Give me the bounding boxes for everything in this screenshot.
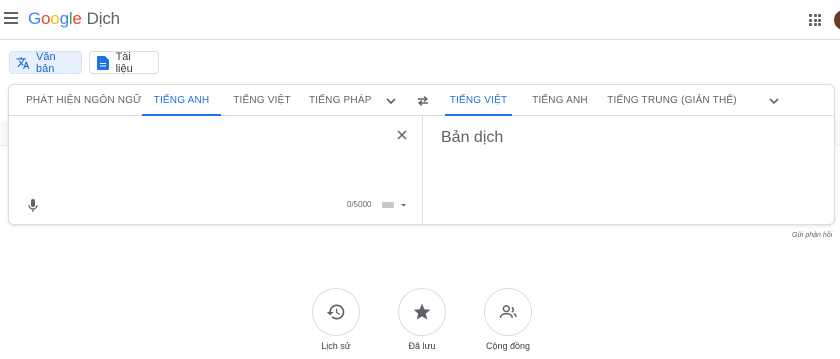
source-lang-french[interactable]: TIẾNG PHÁP bbox=[309, 85, 373, 116]
keyboard-icon[interactable] bbox=[381, 200, 407, 210]
account-avatar[interactable] bbox=[834, 10, 840, 30]
target-more-languages-chevron-icon[interactable] bbox=[768, 95, 780, 107]
document-icon bbox=[96, 55, 110, 70]
community-button[interactable] bbox=[484, 288, 532, 336]
app-logo[interactable]: Google Dịch bbox=[28, 9, 120, 29]
documents-mode-label: Tài liệu bbox=[115, 50, 133, 75]
target-lang-vietnamese[interactable]: TIẾNG VIỆT bbox=[445, 85, 512, 116]
send-feedback-link[interactable]: Gửi phản hồi bbox=[792, 232, 832, 239]
history-icon bbox=[326, 304, 345, 320]
source-lang-vietnamese[interactable]: TIẾNG VIỆT bbox=[227, 85, 297, 116]
translator-card: PHÁT HIỆN NGÔN NGỮ TIẾNG ANH TIẾNG VIỆT … bbox=[8, 84, 835, 225]
source-lang-english[interactable]: TIẾNG ANH bbox=[142, 85, 221, 116]
clear-text-icon[interactable] bbox=[395, 128, 409, 142]
star-icon bbox=[413, 303, 431, 320]
community-people-icon bbox=[499, 305, 517, 318]
translation-output: Bản dịch bbox=[423, 116, 834, 224]
source-lang-detect[interactable]: PHÁT HIỆN NGÔN NGỮ bbox=[25, 85, 143, 116]
top-bar: Google Dịch bbox=[0, 0, 840, 40]
community-label: Cộng đồng bbox=[485, 341, 531, 351]
translate-icon bbox=[16, 56, 30, 70]
character-counter: 0/5000 bbox=[347, 200, 372, 209]
translation-placeholder: Bản dịch bbox=[441, 129, 504, 146]
documents-mode-button[interactable]: Tài liệu bbox=[89, 50, 159, 75]
target-lang-english[interactable]: TIẾNG ANH bbox=[527, 85, 593, 116]
text-mode-button[interactable]: Văn bản bbox=[9, 50, 82, 75]
apps-grid-icon[interactable] bbox=[809, 14, 821, 26]
text-mode-label: Văn bản bbox=[36, 50, 56, 75]
history-label: Lịch sử bbox=[321, 341, 351, 351]
service-name: Dịch bbox=[86, 9, 120, 28]
target-lang-chinese-simplified[interactable]: TIẾNG TRUNG (GIẢN THỂ) bbox=[607, 85, 737, 116]
history-button[interactable] bbox=[312, 288, 360, 336]
saved-button[interactable] bbox=[398, 288, 446, 336]
swap-languages-icon[interactable] bbox=[415, 93, 431, 109]
menu-icon[interactable] bbox=[4, 12, 18, 24]
language-bar: PHÁT HIỆN NGÔN NGỮ TIẾNG ANH TIẾNG VIỆT … bbox=[9, 85, 834, 116]
saved-label: Đã lưu bbox=[408, 341, 436, 351]
microphone-icon[interactable] bbox=[27, 198, 39, 214]
source-more-languages-chevron-icon[interactable] bbox=[385, 95, 397, 107]
source-text-input[interactable]: 0/5000 bbox=[9, 116, 422, 224]
